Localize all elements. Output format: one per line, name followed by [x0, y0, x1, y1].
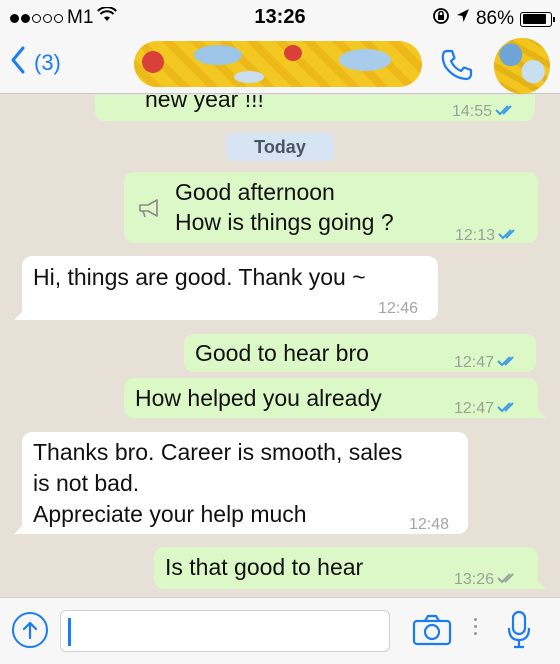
message-list[interactable]: new year !!! 14:55 Today Good afternoon …	[0, 95, 560, 597]
message-text: Good afternoon	[175, 179, 335, 205]
date-separator: Today	[226, 133, 334, 161]
read-receipt-icon	[497, 348, 519, 378]
rotation-lock-icon	[432, 7, 450, 31]
avatar[interactable]	[494, 38, 550, 94]
message-outgoing[interactable]: new year !!! 14:55	[95, 95, 535, 121]
message-incoming[interactable]: Hi, things are good. Thank you ~ 12:46	[14, 256, 438, 320]
message-time: 12:47	[454, 354, 495, 371]
message-outgoing[interactable]: Good afternoon How is things going ? 12:…	[124, 172, 538, 244]
message-text: Hi, things are good. Thank you ~	[33, 264, 366, 290]
contact-name-redacted[interactable]	[134, 41, 422, 87]
message-outgoing[interactable]: Good to hear bro 12:47	[184, 334, 536, 372]
message-text: new year !!!	[145, 95, 264, 112]
location-icon	[456, 8, 470, 30]
message-text: How helped you already	[135, 385, 382, 411]
battery-icon	[520, 11, 555, 27]
message-time: 12:48	[409, 516, 450, 533]
call-button[interactable]	[440, 48, 474, 87]
phone-icon	[441, 49, 473, 81]
read-receipt-icon	[497, 394, 519, 424]
camera-icon	[412, 614, 452, 646]
message-incoming[interactable]: Thanks bro. Career is smooth, sales is n…	[14, 432, 468, 534]
message-outgoing[interactable]: Is that good to hear 13:26	[154, 547, 546, 589]
message-text: Good to hear bro	[195, 340, 369, 366]
camera-button[interactable]	[412, 614, 452, 651]
compose-bar	[0, 597, 560, 664]
chevron-left-icon	[10, 46, 26, 80]
message-time: 12:47	[454, 400, 495, 417]
upload-button[interactable]	[12, 612, 48, 648]
message-text: Thanks bro. Career is smooth, sales	[33, 439, 403, 465]
message-text: How is things going ?	[175, 209, 394, 235]
message-time: 12:46	[378, 300, 419, 317]
megaphone-icon	[136, 196, 162, 226]
microphone-icon	[507, 610, 531, 649]
chat-header: (3)	[0, 34, 560, 94]
read-receipt-icon	[498, 221, 520, 251]
unread-count: (3)	[34, 50, 61, 75]
message-time: 13:26	[454, 571, 495, 588]
divider	[474, 618, 477, 635]
read-receipt-icon	[495, 97, 517, 127]
status-bar: M1 13:26 86%	[0, 0, 560, 34]
microphone-button[interactable]	[507, 610, 531, 655]
message-text: Is that good to hear	[165, 554, 364, 580]
message-input[interactable]	[60, 610, 390, 652]
message-text: is not bad.	[33, 470, 140, 496]
back-button[interactable]: (3)	[10, 46, 61, 80]
battery-percent: 86%	[475, 8, 514, 29]
delivered-receipt-icon	[497, 565, 519, 595]
status-right: 86%	[432, 7, 555, 31]
message-text: Appreciate your help much	[33, 501, 307, 527]
message-time: 14:55	[452, 103, 493, 120]
text-caret	[68, 618, 71, 646]
message-time: 12:13	[455, 227, 496, 244]
upload-icon	[22, 621, 38, 640]
message-outgoing[interactable]: How helped you already 12:47	[124, 378, 546, 418]
